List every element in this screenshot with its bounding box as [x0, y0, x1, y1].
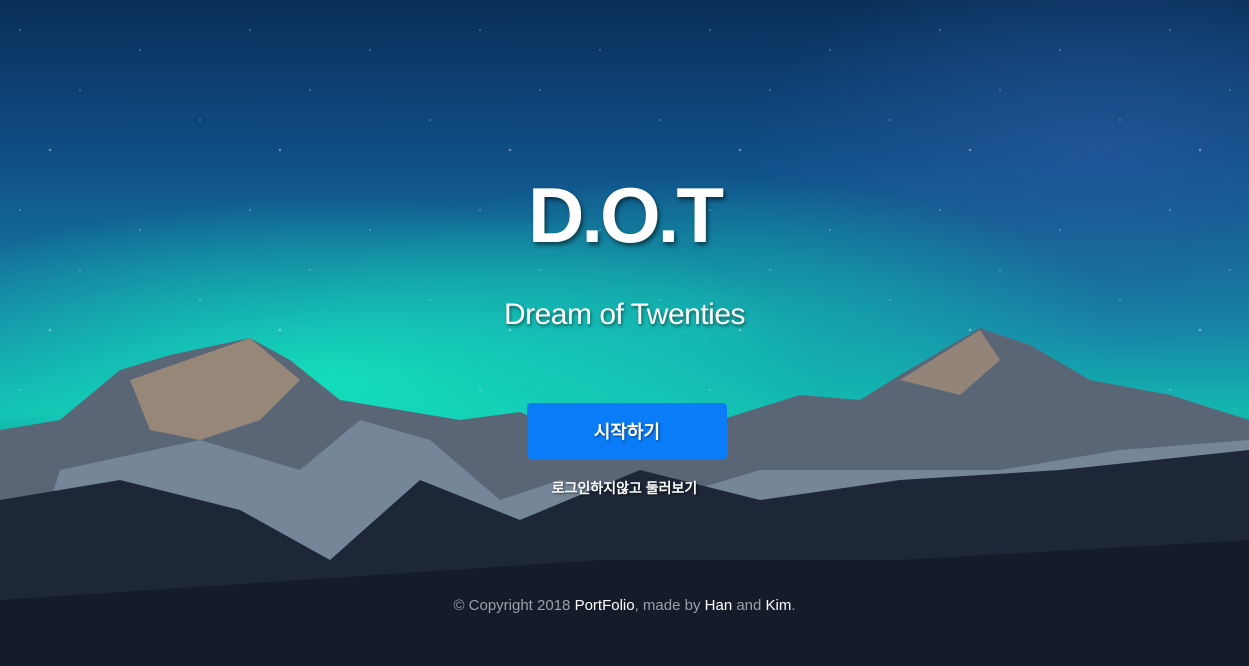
and-text: and: [736, 597, 762, 614]
app-logo-title: D.O.T: [528, 171, 724, 259]
author-han: Han: [704, 597, 733, 614]
made-by-text: , made by: [634, 597, 701, 614]
portfolio-name: PortFolio: [574, 597, 635, 614]
copyright-text: © Copyright 2018: [453, 597, 571, 614]
period: .: [791, 597, 796, 614]
browse-without-login-link[interactable]: 로그인하지않고 둘러보기: [0, 478, 1249, 498]
tagline: Dream of Twenties: [503, 298, 746, 331]
footer-copyright: © Copyright 2018 PortFolio, made by Han …: [0, 597, 1249, 614]
start-button[interactable]: 시작하기: [527, 403, 727, 459]
author-kim: Kim: [765, 597, 792, 614]
mountains-illustration: [0, 328, 1249, 666]
